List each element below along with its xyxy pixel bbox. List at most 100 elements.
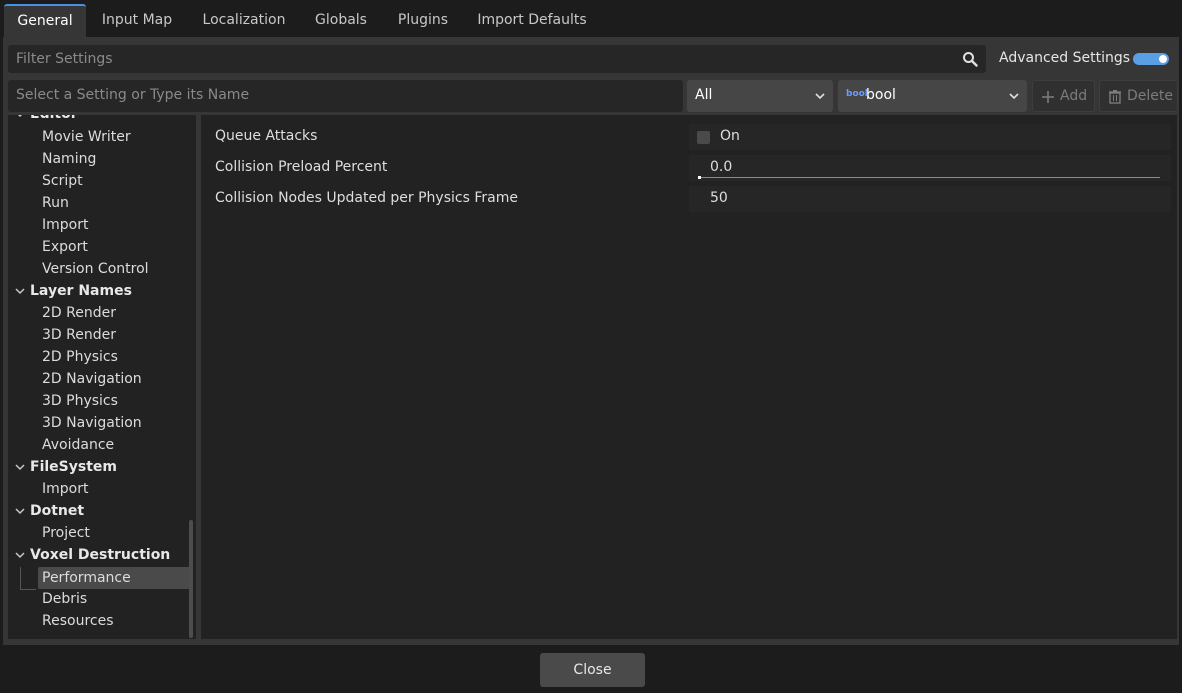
tree-item-3d-navigation[interactable]: 3D Navigation (8, 412, 188, 434)
chevron-down-icon (1009, 93, 1019, 100)
tree-label: Naming (42, 151, 97, 167)
tree-item-export[interactable]: Export (8, 236, 188, 258)
filter-placeholder: Filter Settings (16, 51, 113, 67)
tab-localization[interactable]: Localization (190, 4, 298, 38)
type-dropdown[interactable]: bool bool (838, 80, 1027, 112)
tree-label: Resources (42, 613, 114, 629)
tree-label: Export (42, 239, 88, 255)
chevron-down-icon[interactable] (15, 286, 25, 296)
tree-label: Movie Writer (42, 129, 131, 145)
tree-label: Editor (30, 115, 78, 125)
chevron-down-icon[interactable] (15, 115, 25, 119)
toggle-knob (1159, 55, 1167, 63)
tree-category-voxel-destruction[interactable]: Voxel Destruction (8, 544, 188, 566)
tree-scrollbar[interactable] (189, 520, 193, 638)
delete-label: Delete (1127, 88, 1173, 104)
scope-dropdown[interactable]: All (687, 80, 833, 112)
collision-preload-slider[interactable]: 0.0 (689, 155, 1171, 181)
type-value: bool (866, 87, 896, 103)
chevron-down-icon (815, 93, 825, 100)
chevron-down-icon[interactable] (15, 506, 25, 516)
spinbox-value: 50 (710, 190, 728, 206)
tree-label: Debris (42, 591, 88, 607)
tree-label: FileSystem (30, 459, 117, 475)
tree-label: 2D Navigation (42, 371, 142, 387)
property-inspector: Queue Attacks On Collision Preload Perce… (201, 115, 1177, 639)
tree-item-script[interactable]: Script (8, 170, 188, 192)
tab-plugins[interactable]: Plugins (384, 4, 462, 38)
tree-category-dotnet[interactable]: Dotnet (8, 500, 188, 522)
settings-tree: Editor Movie Writer Naming Script Run Im… (8, 115, 196, 639)
tree-item-project[interactable]: Project (8, 522, 188, 544)
tree-item-run[interactable]: Run (8, 192, 188, 214)
property-row-collision-nodes-updated: Collision Nodes Updated per Physics Fram… (201, 184, 1177, 212)
tree-label: Version Control (42, 261, 149, 277)
add-label: Add (1060, 88, 1088, 104)
setting-name-placeholder: Select a Setting or Type its Name (16, 87, 250, 103)
tree-label: Import (42, 481, 89, 497)
tree-category-filesystem[interactable]: FileSystem (8, 456, 188, 478)
property-name: Queue Attacks (215, 128, 318, 144)
tree-item-filesystem-import[interactable]: Import (8, 478, 188, 500)
tree-label: Dotnet (30, 503, 85, 519)
slider-grabber[interactable] (698, 176, 701, 179)
setting-name-input[interactable]: Select a Setting or Type its Name (8, 80, 683, 112)
filter-settings-input[interactable]: Filter Settings (8, 45, 986, 73)
tree-label: 2D Physics (42, 349, 118, 365)
chevron-down-icon[interactable] (15, 462, 25, 472)
tab-input-map[interactable]: Input Map (90, 4, 184, 38)
tree-label: Layer Names (30, 283, 132, 299)
tree-item-avoidance[interactable]: Avoidance (8, 434, 188, 456)
advanced-settings-toggle[interactable] (1133, 53, 1169, 65)
tab-globals[interactable]: Globals (304, 4, 378, 38)
plus-icon (1042, 91, 1054, 103)
advanced-settings-label: Advanced Settings (999, 50, 1131, 66)
tree-item-naming[interactable]: Naming (8, 148, 188, 170)
property-row-collision-preload-percent: Collision Preload Percent 0.0 (201, 153, 1177, 181)
tab-bar: General Input Map Localization Globals P… (0, 0, 1182, 38)
tree-category-layer-names[interactable]: Layer Names (8, 280, 188, 302)
tree-label: 2D Render (42, 305, 116, 321)
tree-item-performance[interactable]: Performance (38, 567, 191, 589)
tree-item-movie-writer[interactable]: Movie Writer (8, 126, 188, 148)
tab-general[interactable]: General (4, 4, 86, 38)
queue-attacks-checkbox[interactable] (697, 131, 710, 144)
tree-label: 3D Render (42, 327, 116, 343)
scope-value: All (695, 87, 713, 103)
tree-category-editor[interactable]: Editor (8, 115, 188, 125)
tree-label: 3D Physics (42, 393, 118, 409)
slider-track[interactable] (698, 177, 1160, 178)
tree-label: Script (42, 173, 83, 189)
tab-import-defaults[interactable]: Import Defaults (468, 4, 596, 38)
tree-item-2d-physics[interactable]: 2D Physics (8, 346, 188, 368)
trash-icon (1109, 90, 1121, 104)
tree-item-resources[interactable]: Resources (8, 610, 188, 632)
slider-value: 0.0 (710, 159, 733, 175)
bool-type-icon: bool (846, 89, 868, 99)
tree-label: Avoidance (42, 437, 115, 453)
tree-item-3d-physics[interactable]: 3D Physics (8, 390, 188, 412)
checkbox-label: On (720, 128, 740, 144)
tree-item-version-control[interactable]: Version Control (8, 258, 188, 280)
tree-label: Import (42, 217, 89, 233)
tree-label: 3D Navigation (42, 415, 142, 431)
property-name: Collision Nodes Updated per Physics Fram… (215, 190, 518, 206)
tree-label: Run (42, 195, 69, 211)
tree-label: Project (42, 525, 90, 541)
tree-item-2d-render[interactable]: 2D Render (8, 302, 188, 324)
close-button[interactable]: Close (540, 653, 645, 687)
add-button[interactable]: Add (1032, 80, 1095, 112)
tree-item-debris[interactable]: Debris (8, 588, 188, 610)
tree-item-3d-render[interactable]: 3D Render (8, 324, 188, 346)
tree-item-2d-navigation[interactable]: 2D Navigation (8, 368, 188, 390)
search-icon[interactable] (962, 51, 978, 67)
chevron-down-icon[interactable] (15, 550, 25, 560)
collision-nodes-spinbox[interactable]: 50 (689, 186, 1171, 212)
tree-guide-line (20, 567, 36, 590)
queue-attacks-value[interactable]: On (689, 124, 1171, 150)
delete-button[interactable]: Delete (1099, 80, 1178, 112)
property-row-queue-attacks: Queue Attacks On (201, 122, 1177, 150)
tree-label: Voxel Destruction (30, 547, 171, 563)
tree-item-import[interactable]: Import (8, 214, 188, 236)
property-name: Collision Preload Percent (215, 159, 388, 175)
